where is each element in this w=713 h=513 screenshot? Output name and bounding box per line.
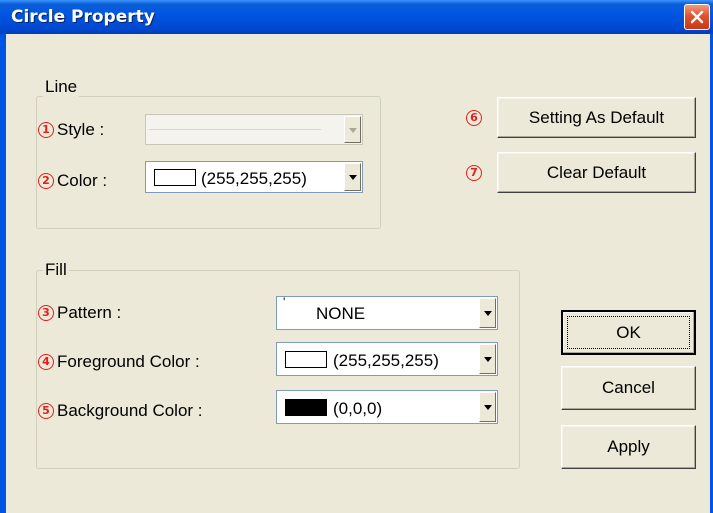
foreground-color-swatch xyxy=(285,351,327,368)
line-color-value: (255,255,255) xyxy=(201,169,307,188)
background-color-value: (0,0,0) xyxy=(333,399,383,418)
line-style-dropdown[interactable] xyxy=(145,114,363,145)
close-button[interactable] xyxy=(684,4,710,30)
close-x-icon xyxy=(690,10,704,24)
marker-5: 5 xyxy=(38,403,54,419)
setting-as-default-button[interactable]: Setting As Default xyxy=(497,97,696,138)
marker-3: 3 xyxy=(38,305,54,321)
foreground-color-value: (255,255,255) xyxy=(333,351,439,370)
foreground-color-dropdown[interactable]: (255,255,255) xyxy=(276,342,498,376)
line-color-swatch xyxy=(154,169,196,186)
marker-6: 6 xyxy=(466,110,482,126)
line-style-preview xyxy=(149,129,321,130)
title-bar[interactable]: Circle Property xyxy=(0,0,713,34)
line-style-label: Style : xyxy=(57,120,105,139)
cancel-label: Cancel xyxy=(602,378,655,397)
marker-1: 1 xyxy=(38,122,54,138)
chevron-down-icon[interactable] xyxy=(344,163,361,191)
line-color-dropdown[interactable]: (255,255,255) xyxy=(145,161,363,193)
fill-group-label: Fill xyxy=(43,260,69,280)
ok-button[interactable]: OK xyxy=(561,310,696,355)
chevron-down-icon[interactable] xyxy=(479,344,496,374)
clear-default-label: Clear Default xyxy=(546,163,647,182)
pattern-dropdown[interactable]: ' NONE xyxy=(276,295,498,330)
pattern-value: NONE xyxy=(316,304,366,323)
line-color-label: Color : xyxy=(57,171,108,190)
ok-label: OK xyxy=(616,323,641,342)
window-title: Circle Property xyxy=(11,7,155,27)
background-color-label: Background Color : xyxy=(57,401,203,420)
apply-button[interactable]: Apply xyxy=(561,425,696,469)
clear-default-button[interactable]: Clear Default xyxy=(497,152,696,193)
background-color-dropdown[interactable]: (0,0,0) xyxy=(276,390,498,424)
chevron-down-icon[interactable] xyxy=(479,392,496,422)
background-color-swatch xyxy=(285,399,327,416)
apply-label: Apply xyxy=(607,437,650,456)
setting-as-default-label: Setting As Default xyxy=(528,108,665,127)
chevron-down-icon[interactable] xyxy=(479,298,496,328)
pattern-label: Pattern : xyxy=(57,303,122,322)
chevron-down-icon[interactable] xyxy=(344,116,361,143)
pattern-preview-dot: ' xyxy=(283,295,286,309)
cancel-button[interactable]: Cancel xyxy=(561,366,696,410)
marker-2: 2 xyxy=(38,173,54,189)
foreground-color-label: Foreground Color : xyxy=(57,352,200,371)
line-group-label: Line xyxy=(43,77,80,97)
marker-4: 4 xyxy=(38,354,54,370)
marker-7: 7 xyxy=(466,165,482,181)
